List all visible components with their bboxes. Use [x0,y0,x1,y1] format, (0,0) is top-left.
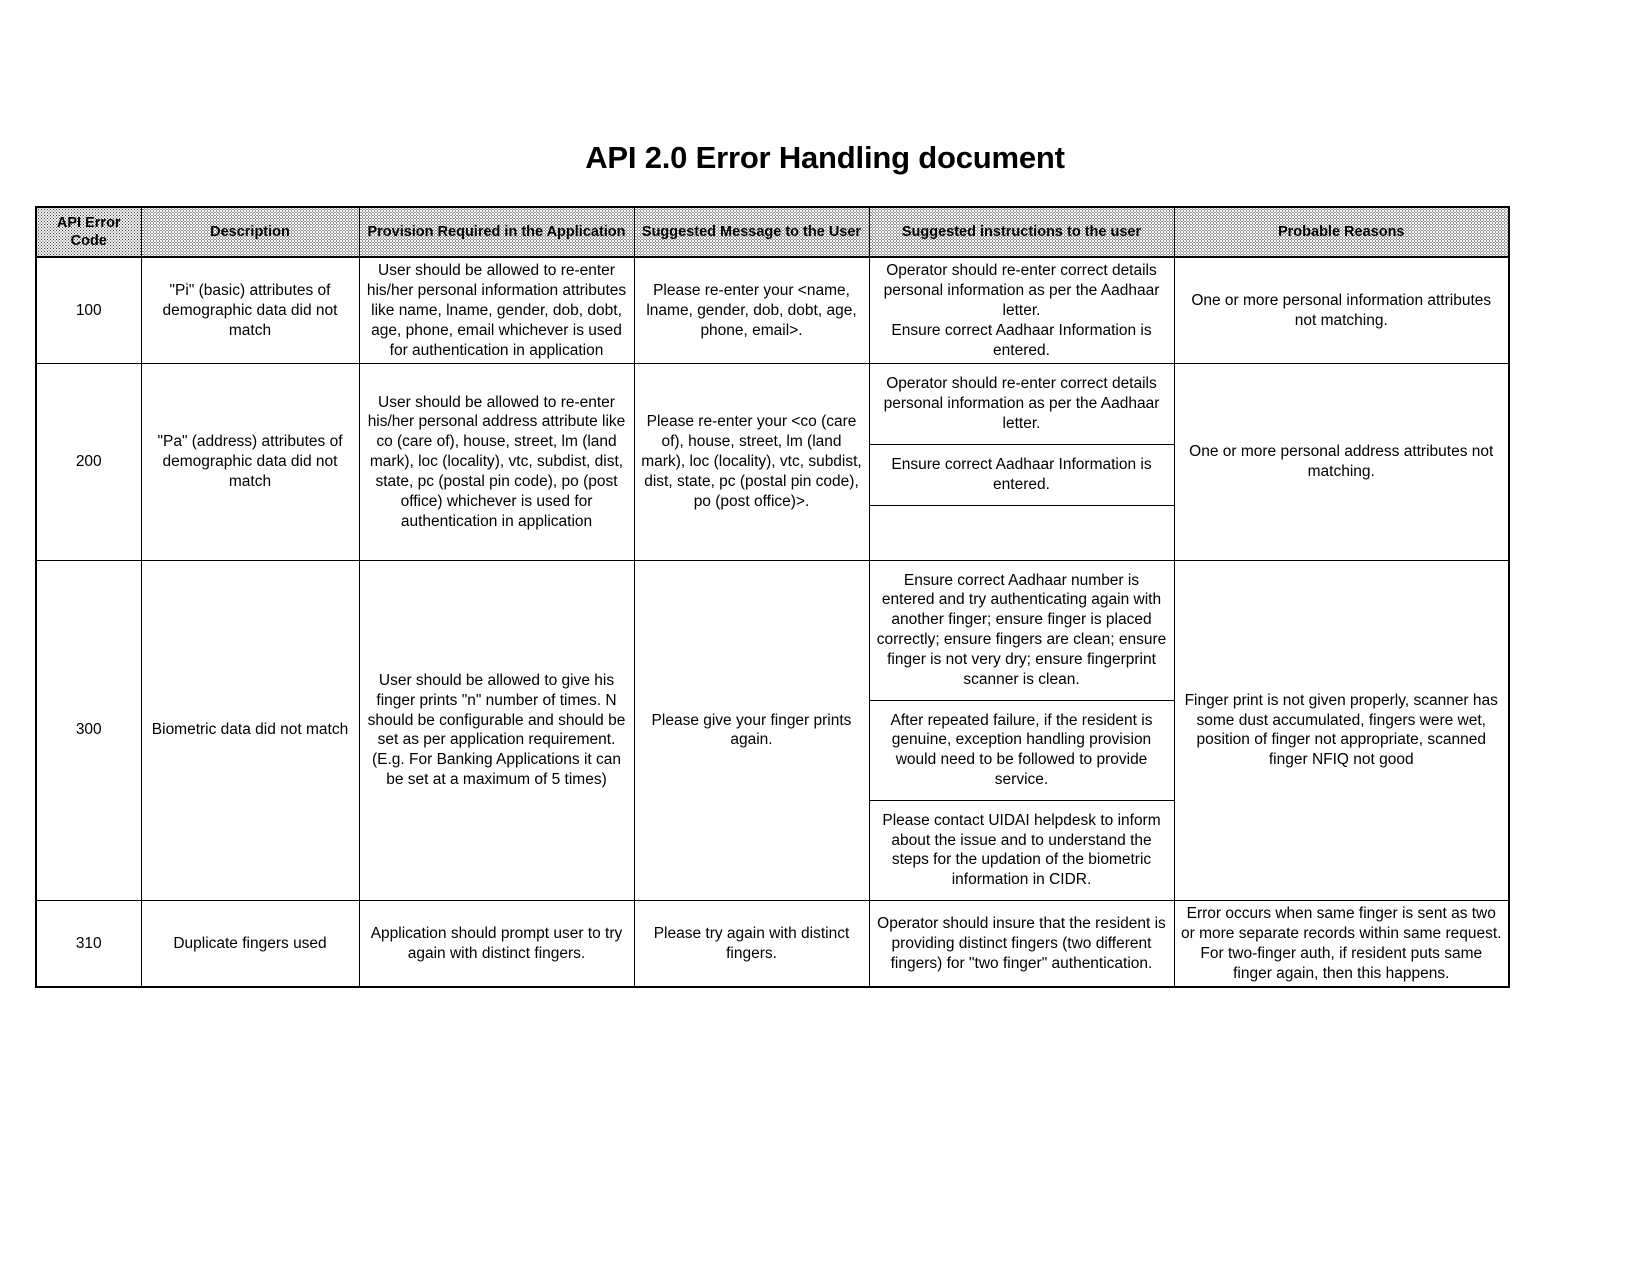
table-row: 100 "Pi" (basic) attributes of demograph… [35,256,1510,365]
cell-error-code: 310 [35,900,142,988]
cell-suggested-message: Please try again with distinct fingers. [633,900,870,988]
cell-provision: User should be allowed to give his finge… [358,559,635,902]
instruction-sub-table: Operator should re-enter correct details… [869,364,1174,560]
column-header-probable-reasons: Probable Reasons [1173,206,1510,259]
table-body: 100 "Pi" (basic) attributes of demograph… [35,256,1510,988]
column-header-provision: Provision Required in the Application [358,206,635,259]
cell-suggested-instructions: Operator should re-enter correct details… [868,363,1175,561]
column-header-suggested-message: Suggested Message to the User [633,206,870,259]
cell-error-code: 200 [35,363,142,561]
instruction-sub-cell: Please contact UIDAI helpdesk to inform … [869,799,1174,901]
page-title: API 2.0 Error Handling document [585,140,1065,175]
instruction-sub-cell: Operator should re-enter correct details… [883,375,1160,433]
cell-suggested-instructions: Operator should insure that the resident… [868,900,1175,988]
instruction-sub-cell: Ensure correct Aadhaar Information is en… [869,443,1174,506]
api-error-table: API Error Code Description Provision Req… [35,206,1510,989]
table-row: 200 "Pa" (address) attributes of demogra… [35,363,1510,561]
cell-suggested-message: Please re-enter your <co (care of), hous… [633,363,870,561]
cell-suggested-instructions: Operator should re-enter correct details… [868,256,1175,365]
cell-description: "Pi" (basic) attributes of demographic d… [140,256,360,365]
column-header-description: Description [140,206,360,259]
cell-suggested-message: Please re-enter your <name, lname, gende… [633,256,870,365]
cell-provision: User should be allowed to re-enter his/h… [358,256,635,365]
cell-error-code: 100 [35,256,142,365]
instruction-sub-cell: Ensure correct Aadhaar number is entered… [876,571,1167,688]
cell-suggested-instructions: Ensure correct Aadhaar number is entered… [868,559,1175,902]
table-row: 310 Duplicate fingers used Application s… [35,900,1510,988]
cell-description: Biometric data did not match [140,559,360,902]
cell-suggested-message: Please give your finger prints again. [633,559,870,902]
instruction-sub-table: Ensure correct Aadhaar number is entered… [869,561,1174,901]
document-page: API 2.0 Error Handling document API Erro… [0,0,1650,1275]
cell-probable-reason: One or more personal address attributes … [1173,363,1510,561]
cell-error-code: 300 [35,559,142,902]
cell-probable-reason: Finger print is not given properly, scan… [1173,559,1510,902]
column-header-api-error-code: API Error Code [35,206,142,259]
cell-probable-reason: One or more personal information attribu… [1173,256,1510,365]
column-header-suggested-instructions: Suggested instructions to the user [868,206,1175,259]
table-row: 300 Biometric data did not match User sh… [35,559,1510,902]
error-table-container: API Error Code Description Provision Req… [35,206,1510,989]
table-header: API Error Code Description Provision Req… [35,206,1510,259]
instruction-sub-cell: After repeated failure, if the resident … [869,699,1174,801]
instruction-sub-cell-empty [869,504,1174,560]
cell-description: Duplicate fingers used [140,900,360,988]
cell-provision: User should be allowed to re-enter his/h… [358,363,635,561]
cell-provision: Application should prompt user to try ag… [358,900,635,988]
cell-description: "Pa" (address) attributes of demographic… [140,363,360,561]
cell-probable-reason: Error occurs when same finger is sent as… [1173,900,1510,988]
table-header-row: API Error Code Description Provision Req… [35,206,1510,259]
